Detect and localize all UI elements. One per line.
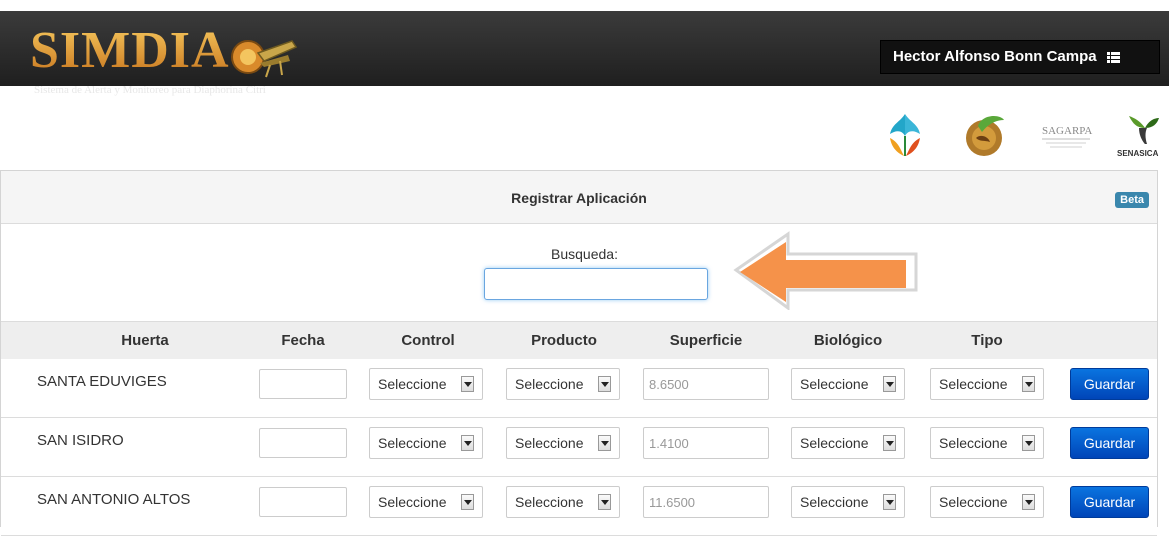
user-menu-button[interactable]: Hector Alfonso Bonn Campa xyxy=(880,40,1160,74)
senasica-label: SENASICA xyxy=(1117,149,1159,158)
producto-select-value: Seleccione xyxy=(515,435,584,451)
tipo-select[interactable]: Seleccione xyxy=(930,486,1044,518)
logo-subtitle: Sistema de Alerta y Monitoreo para Diaph… xyxy=(34,84,266,96)
panel-title: Registrar Aplicación xyxy=(511,190,647,206)
superficie-field[interactable]: 11.6500 xyxy=(643,486,769,518)
top-header-bar: SIMDIA Sistema de Alerta y Monitoreo par… xyxy=(0,11,1169,96)
chevron-down-icon xyxy=(1022,435,1035,451)
producto-select-value: Seleccione xyxy=(515,494,584,510)
column-header-fecha: Fecha xyxy=(281,332,325,349)
cesavesin-logo-icon xyxy=(890,114,920,156)
superficie-field[interactable]: 8.6500 xyxy=(643,368,769,400)
column-header-biologico: Biológico xyxy=(813,332,883,349)
column-header-producto: Producto xyxy=(531,332,597,349)
chevron-down-icon xyxy=(598,376,611,392)
biologico-select[interactable]: Seleccione xyxy=(791,368,905,400)
chevron-down-icon xyxy=(461,494,474,510)
simdia-logo[interactable]: SIMDIA Sistema de Alerta y Monitoreo par… xyxy=(30,22,320,96)
save-button[interactable]: Guardar xyxy=(1070,368,1149,400)
list-icon xyxy=(1106,51,1120,63)
tipo-select[interactable]: Seleccione xyxy=(930,427,1044,459)
beta-badge: Beta xyxy=(1115,192,1149,208)
column-header-control: Control xyxy=(401,332,455,349)
huerta-name: SAN ANTONIO ALTOS xyxy=(37,491,191,508)
superficie-field[interactable]: 1.4100 xyxy=(643,427,769,459)
table-header: Huerta Fecha Control Producto Superficie… xyxy=(1,321,1157,361)
biologico-select-value: Seleccione xyxy=(800,494,869,510)
fecha-input[interactable] xyxy=(259,428,347,458)
biologico-select[interactable]: Seleccione xyxy=(791,486,905,518)
save-button[interactable]: Guardar xyxy=(1070,427,1149,459)
chevron-down-icon xyxy=(883,494,896,510)
save-button[interactable]: Guardar xyxy=(1070,486,1149,518)
fecha-input[interactable] xyxy=(259,487,347,517)
biologico-select-value: Seleccione xyxy=(800,376,869,392)
search-label: Busqueda: xyxy=(551,246,618,262)
chevron-down-icon xyxy=(883,376,896,392)
huerta-name: SAN ISIDRO xyxy=(37,432,124,449)
control-select[interactable]: Seleccione xyxy=(369,427,483,459)
psyllid-insect-icon xyxy=(231,40,298,78)
producto-select-value: Seleccione xyxy=(515,376,584,392)
tipo-select-value: Seleccione xyxy=(939,376,1008,392)
control-select-value: Seleccione xyxy=(378,376,447,392)
control-select[interactable]: Seleccione xyxy=(369,368,483,400)
tipo-select[interactable]: Seleccione xyxy=(930,368,1044,400)
chevron-down-icon xyxy=(461,376,474,392)
chevron-down-icon xyxy=(883,435,896,451)
search-input[interactable] xyxy=(484,268,708,300)
column-header-superficie: Superficie xyxy=(669,332,743,349)
senasica-logo-icon: SENASICA xyxy=(1117,116,1159,158)
producto-select[interactable]: Seleccione xyxy=(506,486,620,518)
chevron-down-icon xyxy=(461,435,474,451)
control-select[interactable]: Seleccione xyxy=(369,486,483,518)
table-row: SANTA EDUVIGES Seleccione Seleccione 8.6… xyxy=(1,359,1157,418)
huerta-name: SANTA EDUVIGES xyxy=(37,373,167,390)
chevron-down-icon xyxy=(1022,376,1035,392)
producto-select[interactable]: Seleccione xyxy=(506,368,620,400)
user-name: Hector Alfonso Bonn Campa xyxy=(893,48,1097,65)
panel-header: Registrar Aplicación Beta xyxy=(1,171,1157,224)
logo-text: SIMDIA xyxy=(30,22,230,79)
chevron-down-icon xyxy=(1022,494,1035,510)
producto-select[interactable]: Seleccione xyxy=(506,427,620,459)
tipo-select-value: Seleccione xyxy=(939,435,1008,451)
chevron-down-icon xyxy=(598,494,611,510)
sagarpa-logo-icon: SAGARPA xyxy=(1042,125,1092,148)
column-header-tipo: Tipo xyxy=(971,332,1003,349)
fecha-input[interactable] xyxy=(259,369,347,399)
control-select-value: Seleccione xyxy=(378,494,447,510)
column-header-huerta: Huerta xyxy=(121,332,169,349)
citrus-leaf-logo-icon xyxy=(966,116,1004,156)
sagarpa-label: SAGARPA xyxy=(1042,125,1092,137)
callout-arrow-icon xyxy=(733,231,918,310)
table-row: SAN ISIDRO Seleccione Seleccione 1.4100 … xyxy=(1,418,1157,477)
tipo-select-value: Seleccione xyxy=(939,494,1008,510)
chevron-down-icon xyxy=(598,435,611,451)
biologico-select-value: Seleccione xyxy=(800,435,869,451)
biologico-select[interactable]: Seleccione xyxy=(791,427,905,459)
table-row: SAN ANTONIO ALTOS Seleccione Seleccione … xyxy=(1,477,1157,536)
control-select-value: Seleccione xyxy=(378,435,447,451)
